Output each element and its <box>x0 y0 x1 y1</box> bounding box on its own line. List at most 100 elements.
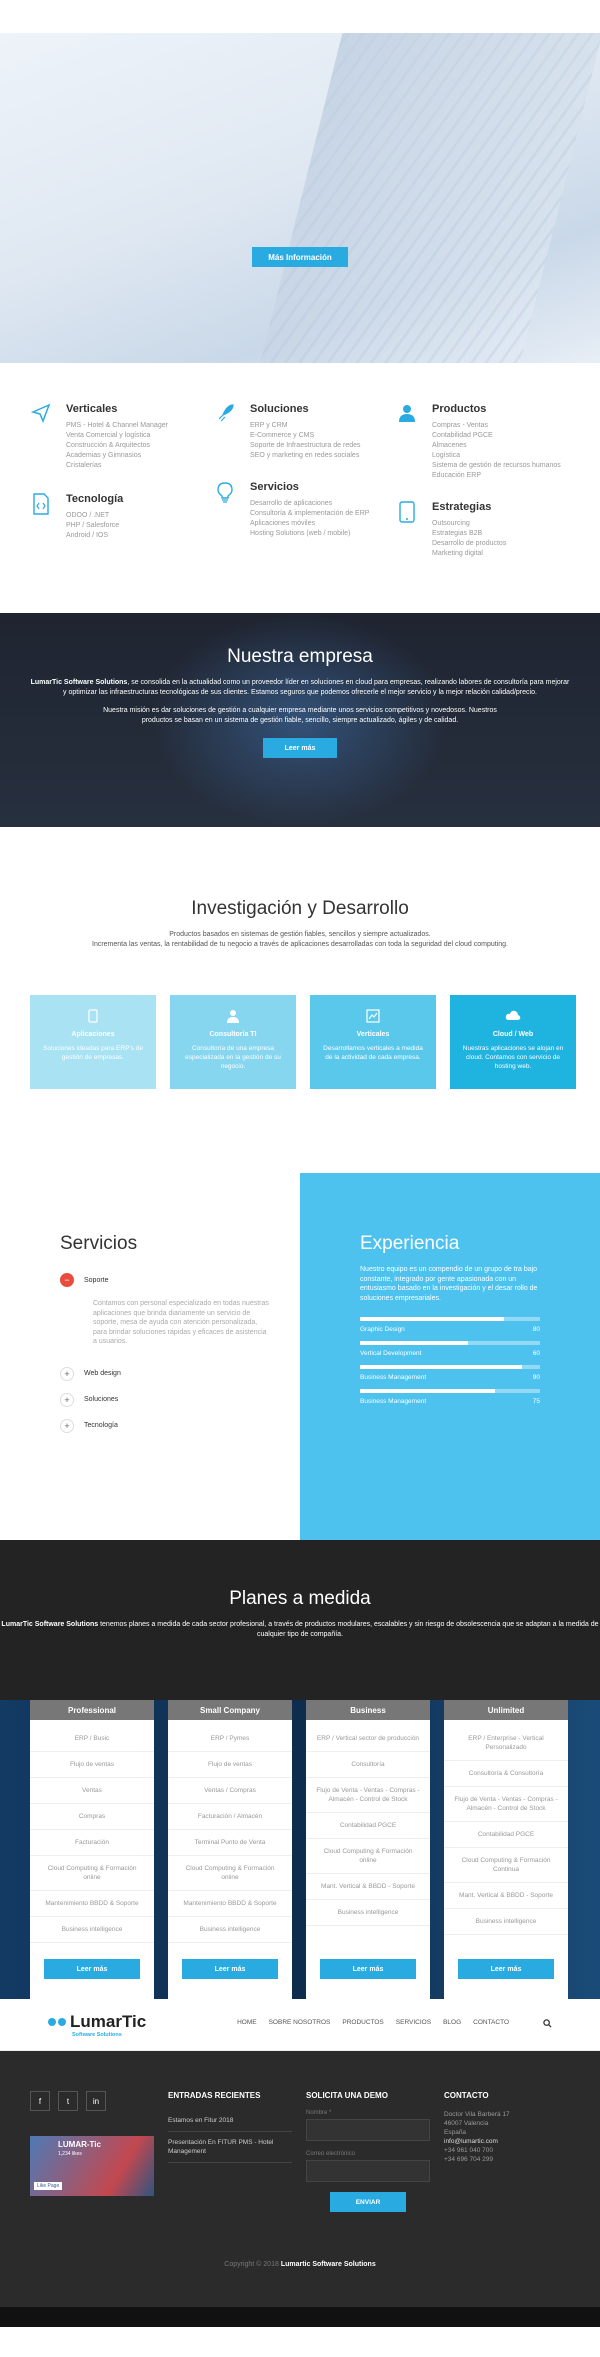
plan-feature: Mantenimiento BBDD & Soporte <box>168 1891 292 1917</box>
category-item[interactable]: ODOO / .NET <box>66 511 123 521</box>
category-item[interactable]: Hosting Solutions (web / mobile) <box>250 529 369 539</box>
chart-icon <box>310 1009 436 1025</box>
nav-item-productos[interactable]: PRODUCTOS <box>342 2019 383 2030</box>
categories-section: Verticales PMS - Hotel & Channel Manager… <box>0 363 600 613</box>
accordion-body: Contamos con personal especializado en t… <box>93 1300 269 1345</box>
demo-form-title: SOLICITA UNA DEMO <box>306 2091 388 2100</box>
category-title: Verticales <box>66 403 118 415</box>
contact-phone[interactable]: +34 961 040 700 <box>444 2146 510 2155</box>
contact-country: España <box>444 2129 467 2136</box>
category-item[interactable]: SEO y marketing en redes sociales <box>250 451 361 461</box>
category-item[interactable]: Desarrollo de aplicaciones <box>250 499 369 509</box>
nav-item-home[interactable]: HOME <box>237 2019 257 2030</box>
category-item[interactable]: Logística <box>432 451 561 461</box>
plan-feature: Flujo de ventas <box>168 1752 292 1778</box>
facebook-widget[interactable]: LUMAR-Tic 1,234 likes Like Page <box>30 2136 154 2196</box>
facebook-likes-count: 1,234 likes <box>58 2151 82 2157</box>
plus-icon[interactable]: + <box>60 1418 74 1433</box>
facebook-like-button[interactable]: Like Page <box>34 2182 63 2190</box>
category-item[interactable]: Construcción & Arquitectos <box>66 441 168 451</box>
feature-box-cloud[interactable]: Cloud / Web Nuestras aplicaciones se alo… <box>450 995 576 1089</box>
plan-feature: Consultoría <box>306 1752 430 1778</box>
category-tecnologia: Tecnología ODOO / .NET PHP / Salesforce An… <box>30 493 123 541</box>
category-item[interactable]: PMS - Hotel & Channel Manager <box>66 421 168 431</box>
category-item[interactable]: Aplicaciones móviles <box>250 519 369 529</box>
contact-city: 46007 Valencia <box>444 2120 489 2127</box>
investigacion-title: Investigación y Desarrollo <box>191 898 409 919</box>
accordion-label[interactable]: Tecnología <box>84 1422 118 1429</box>
feature-box-aplicaciones[interactable]: Aplicaciones Soluciones ideadas para ERP… <box>30 995 156 1089</box>
name-input[interactable] <box>306 2119 430 2141</box>
rocket-icon <box>214 403 236 425</box>
category-productos: Productos Compras - Ventas Contabilidad P… <box>396 403 561 481</box>
twitter-icon[interactable]: t <box>58 2091 78 2111</box>
empresa-text: , se consolida en la actualidad como un … <box>63 679 570 696</box>
main-navbar: LumarTic Software Solutions HOME SOBRE N… <box>0 1999 600 2051</box>
skill-bar-track <box>360 1365 540 1369</box>
accordion-item-soluciones[interactable]: + Soluciones <box>60 1392 300 1407</box>
contact-email[interactable]: info@lumartic.com <box>444 2137 510 2146</box>
feature-box-consultoria[interactable]: Consultoría TI Consultoría de una empres… <box>170 995 296 1089</box>
plus-icon[interactable]: + <box>60 1366 74 1381</box>
copyright-company[interactable]: Lumartic Software Solutions <box>281 2261 376 2268</box>
send-button[interactable]: ENVIAR <box>330 2192 406 2212</box>
plan-read-more-button[interactable]: Leer más <box>458 1959 554 1979</box>
plus-icon[interactable]: + <box>60 1392 74 1407</box>
plan-feature: Compras <box>30 1804 154 1830</box>
investigacion-section: Investigación y Desarrollo Productos bas… <box>0 827 600 1173</box>
accordion-label[interactable]: Soporte <box>84 1277 109 1284</box>
category-item[interactable]: Almacenes <box>432 441 561 451</box>
recent-post-link[interactable]: Estamos en Fitur 2018 <box>168 2110 292 2132</box>
facebook-icon[interactable]: f <box>30 2091 50 2111</box>
category-item[interactable]: E-Commerce y CMS <box>250 431 361 441</box>
user-icon <box>396 403 418 425</box>
category-item[interactable]: Marketing digital <box>432 549 506 559</box>
category-item[interactable]: ERP y CRM <box>250 421 361 431</box>
recent-post-link[interactable]: Presentación En FITUR PMS - Hotel Manage… <box>168 2132 292 2163</box>
accordion-item-tecnologia[interactable]: + Tecnología <box>60 1418 300 1433</box>
category-item[interactable]: Educación ERP <box>432 471 561 481</box>
category-item[interactable]: Academias y Gimnasios <box>66 451 168 461</box>
plan-read-more-button[interactable]: Leer más <box>44 1959 140 1979</box>
category-item[interactable]: Compras - Ventas <box>432 421 561 431</box>
empresa-read-more-button[interactable]: Leer más <box>263 738 337 758</box>
hero-building-image <box>252 33 600 363</box>
nav-item-servicios[interactable]: SERVICIOS <box>396 2019 431 2030</box>
category-item[interactable]: Cristalerías <box>66 461 168 471</box>
search-icon[interactable] <box>543 2019 552 2030</box>
accordion-item-soporte[interactable]: − Soporte <box>60 1273 300 1287</box>
minus-icon[interactable]: − <box>60 1273 74 1287</box>
category-item[interactable]: Estrategias B2B <box>432 529 506 539</box>
plan-read-more-button[interactable]: Leer más <box>182 1959 278 1979</box>
accordion-label[interactable]: Soluciones <box>84 1396 118 1403</box>
more-info-button[interactable]: Más Información <box>252 247 348 267</box>
plan-read-more-button[interactable]: Leer más <box>320 1959 416 1979</box>
nav-item-contacto[interactable]: CONTACTO <box>473 2019 509 2030</box>
category-item[interactable]: Sistema de gestión de recursos humanos <box>432 461 561 471</box>
category-item[interactable]: Android / IOS <box>66 531 123 541</box>
plan-feature: Consultoría & Consultoría <box>444 1761 568 1787</box>
nav-item-sobre-nosotros[interactable]: SOBRE NOSOTROS <box>269 2019 331 2030</box>
skill-bar-fill <box>360 1341 468 1345</box>
accordion-label[interactable]: Web design <box>84 1370 121 1377</box>
planes-company: LumarTic Software Solutions <box>1 1621 99 1628</box>
skill-bar-fill <box>360 1365 522 1369</box>
accordion-item-web-design[interactable]: + Web design <box>60 1366 300 1381</box>
category-item[interactable]: Desarrollo de productos <box>432 539 506 549</box>
linkedin-icon[interactable]: in <box>86 2091 106 2111</box>
plan-feature: Mant. Vertical & BBDD - Soporte <box>306 1874 430 1900</box>
category-item[interactable]: Outsourcing <box>432 519 506 529</box>
category-verticales: Verticales PMS - Hotel & Channel Manager… <box>30 403 168 471</box>
nav-item-blog[interactable]: BLOG <box>443 2019 461 2030</box>
category-item[interactable]: Contabilidad PGCE <box>432 431 561 441</box>
skill-bar-value: 90 <box>532 1374 540 1381</box>
feature-box-verticales[interactable]: Verticales Desarrollamos verticales a me… <box>310 995 436 1089</box>
logo[interactable]: LumarTic Software Solutions <box>48 2012 146 2038</box>
feature-boxes: Aplicaciones Soluciones ideadas para ERP… <box>30 995 576 1089</box>
email-input[interactable] <box>306 2160 430 2182</box>
category-item[interactable]: Venta Comercial y logística <box>66 431 168 441</box>
category-item[interactable]: PHP / Salesforce <box>66 521 123 531</box>
contact-mobile[interactable]: +34 696 704 299 <box>444 2155 510 2164</box>
category-item[interactable]: Soporte de Infraestructura de redes <box>250 441 361 451</box>
category-item[interactable]: Consultoría & implementación de ERP <box>250 509 369 519</box>
